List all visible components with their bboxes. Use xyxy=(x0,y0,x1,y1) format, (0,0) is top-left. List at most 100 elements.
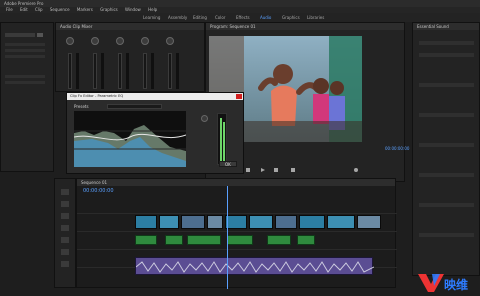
music-track-clip[interactable] xyxy=(135,257,375,275)
level-meter xyxy=(151,53,154,89)
workspace-tab-editing[interactable]: Editing xyxy=(193,13,207,22)
pan-knob[interactable] xyxy=(166,37,174,45)
hand-tool-icon[interactable] xyxy=(61,249,69,255)
menu-markers[interactable]: Markers xyxy=(77,7,93,12)
right-panel-row[interactable] xyxy=(419,53,474,57)
settings-icon[interactable] xyxy=(354,168,358,172)
menu-clip[interactable]: Clip xyxy=(35,7,43,12)
program-transport-controls xyxy=(236,166,376,174)
right-panel-row[interactable] xyxy=(419,113,474,117)
step-back-icon[interactable] xyxy=(246,168,250,172)
pen-tool-icon[interactable] xyxy=(61,237,69,243)
menu-graphics[interactable]: Graphics xyxy=(100,7,118,12)
track-divider xyxy=(77,231,397,232)
left-panel-field[interactable] xyxy=(5,33,35,37)
export-frame-icon[interactable] xyxy=(291,168,295,172)
meter-right-fill xyxy=(223,122,225,162)
preset-dropdown[interactable] xyxy=(107,104,162,109)
video-clip[interactable] xyxy=(135,215,157,229)
level-meter xyxy=(76,53,79,89)
title-bar: Adobe Premiere Pro xyxy=(0,0,480,7)
video-clip[interactable] xyxy=(299,215,325,229)
video-clip[interactable] xyxy=(207,215,223,229)
close-icon[interactable] xyxy=(236,94,242,99)
video-clip[interactable] xyxy=(327,215,355,229)
menu-sequence[interactable]: Sequence xyxy=(50,7,70,12)
play-icon[interactable] xyxy=(261,168,265,172)
workspace-tab-graphics[interactable]: Graphics xyxy=(282,13,300,22)
audio-clip[interactable] xyxy=(135,235,157,245)
timeline-title: Sequence 01 xyxy=(77,179,395,186)
video-clip[interactable] xyxy=(181,215,205,229)
track-select-tool-icon[interactable] xyxy=(61,201,69,207)
audio-clip[interactable] xyxy=(165,235,183,245)
left-panel-icon[interactable] xyxy=(37,33,43,37)
audio-clip-mixer-panel: Audio Clip Mixer xyxy=(55,22,205,92)
audio-clip[interactable] xyxy=(267,235,291,245)
program-monitor-title: Program: Sequence 01 xyxy=(206,23,404,30)
right-panel-title: Essential Sound xyxy=(413,23,479,30)
pan-knob[interactable] xyxy=(141,37,149,45)
video-clip[interactable] xyxy=(159,215,179,229)
level-meter xyxy=(126,53,129,89)
audio-clip-mixer-title: Audio Clip Mixer xyxy=(56,23,204,30)
workspace-tab-libraries[interactable]: Libraries xyxy=(307,13,324,22)
timeline-playhead[interactable] xyxy=(227,186,228,289)
volume-fader[interactable] xyxy=(68,53,72,89)
ok-button[interactable]: OK xyxy=(219,161,237,167)
audio-clip[interactable] xyxy=(187,235,221,245)
right-panel-row[interactable] xyxy=(419,203,474,207)
audio-clip[interactable] xyxy=(227,235,253,245)
volume-fader[interactable] xyxy=(168,53,172,89)
video-clip[interactable] xyxy=(275,215,297,229)
program-timecode: 00:00:00:00 xyxy=(385,146,410,151)
ok-button-label: OK xyxy=(225,162,231,167)
volume-fader[interactable] xyxy=(118,53,122,89)
volume-fader[interactable] xyxy=(143,53,147,89)
pan-knob[interactable] xyxy=(66,37,74,45)
track-divider xyxy=(77,213,397,214)
workspace-tab-effects[interactable]: Effects xyxy=(236,13,250,22)
step-forward-icon[interactable] xyxy=(274,168,278,172)
video-clip[interactable] xyxy=(225,215,247,229)
right-panel-row[interactable] xyxy=(419,83,474,87)
eq-spectrum-display[interactable] xyxy=(73,111,187,167)
menu-edit[interactable]: Edit xyxy=(20,7,28,12)
type-tool-icon[interactable] xyxy=(61,261,69,267)
video-clip[interactable] xyxy=(249,215,273,229)
workspace-tab-assembly[interactable]: Assembly xyxy=(168,13,187,22)
menu-help[interactable]: Help xyxy=(148,7,157,12)
audio-clip[interactable] xyxy=(297,235,315,245)
level-meter xyxy=(101,53,104,89)
tools-panel xyxy=(54,178,76,288)
watermark-text: 映维 xyxy=(444,278,469,292)
workspace-tab-learning[interactable]: Learning xyxy=(143,13,160,22)
right-panel-row[interactable] xyxy=(419,233,474,237)
selection-tool-icon[interactable] xyxy=(61,189,69,195)
menu-file[interactable]: File xyxy=(6,7,13,12)
left-panel-row xyxy=(5,43,45,46)
right-panel-row[interactable] xyxy=(419,41,474,45)
timeline-panel: Sequence 01 00:00:00:00 xyxy=(76,178,397,289)
meter-left-fill xyxy=(220,118,222,162)
workspace-tab-color[interactable]: Color xyxy=(215,13,225,22)
output-meter xyxy=(217,113,227,165)
right-panel-row[interactable] xyxy=(419,173,474,177)
gain-knob[interactable] xyxy=(201,115,208,122)
gain-controls xyxy=(195,111,235,167)
clip-fx-editor-dialog: Clip Fx Editor - Parametric EQ Presets O… xyxy=(66,92,244,174)
level-meter xyxy=(176,53,179,89)
volume-fader[interactable] xyxy=(93,53,97,89)
preset-label: Presets xyxy=(74,104,89,109)
right-panel-row[interactable] xyxy=(419,143,474,147)
pan-knob[interactable] xyxy=(91,37,99,45)
left-panel-row xyxy=(5,75,45,78)
slip-tool-icon[interactable] xyxy=(61,225,69,231)
pan-knob[interactable] xyxy=(116,37,124,45)
track-divider xyxy=(77,249,397,250)
menu-window[interactable]: Window xyxy=(125,7,141,12)
left-panel-row xyxy=(5,55,45,58)
workspace-tab-audio[interactable]: Audio xyxy=(260,13,271,22)
razor-tool-icon[interactable] xyxy=(61,213,69,219)
video-clip[interactable] xyxy=(357,215,381,229)
